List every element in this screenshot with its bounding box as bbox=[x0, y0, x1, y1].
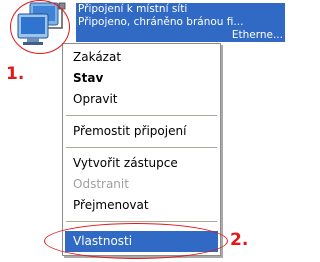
menu-item-create-shortcut[interactable]: Vytvořit zástupce bbox=[65, 153, 218, 174]
menu-item-bridge-connections[interactable]: Přemostit připojení bbox=[65, 121, 218, 142]
menu-separator bbox=[66, 115, 217, 116]
annotation-ring-icon bbox=[10, 0, 70, 54]
menu-item-repair[interactable]: Opravit bbox=[65, 89, 218, 110]
connection-status: Připojeno, chráněno bránou fi... bbox=[76, 16, 285, 29]
annotation-ring-properties bbox=[44, 223, 228, 259]
menu-item-status[interactable]: Stav bbox=[65, 68, 218, 89]
step-marker-1: 1. bbox=[6, 64, 25, 84]
step-marker-2: 2. bbox=[230, 230, 249, 250]
menu-item-delete: Odstranit bbox=[73, 177, 129, 191]
menu-separator bbox=[66, 221, 217, 222]
connection-name: Připojení k místní síti bbox=[76, 3, 285, 16]
menu-item-disable[interactable]: Zakázat bbox=[65, 47, 218, 68]
menu-separator bbox=[66, 147, 217, 148]
connection-device: Etherne... bbox=[76, 29, 285, 42]
menu-item-rename[interactable]: Přejmenovat bbox=[65, 195, 218, 216]
screenshot-stage: Připojení k místní síti Připojeno, chrán… bbox=[0, 0, 287, 262]
